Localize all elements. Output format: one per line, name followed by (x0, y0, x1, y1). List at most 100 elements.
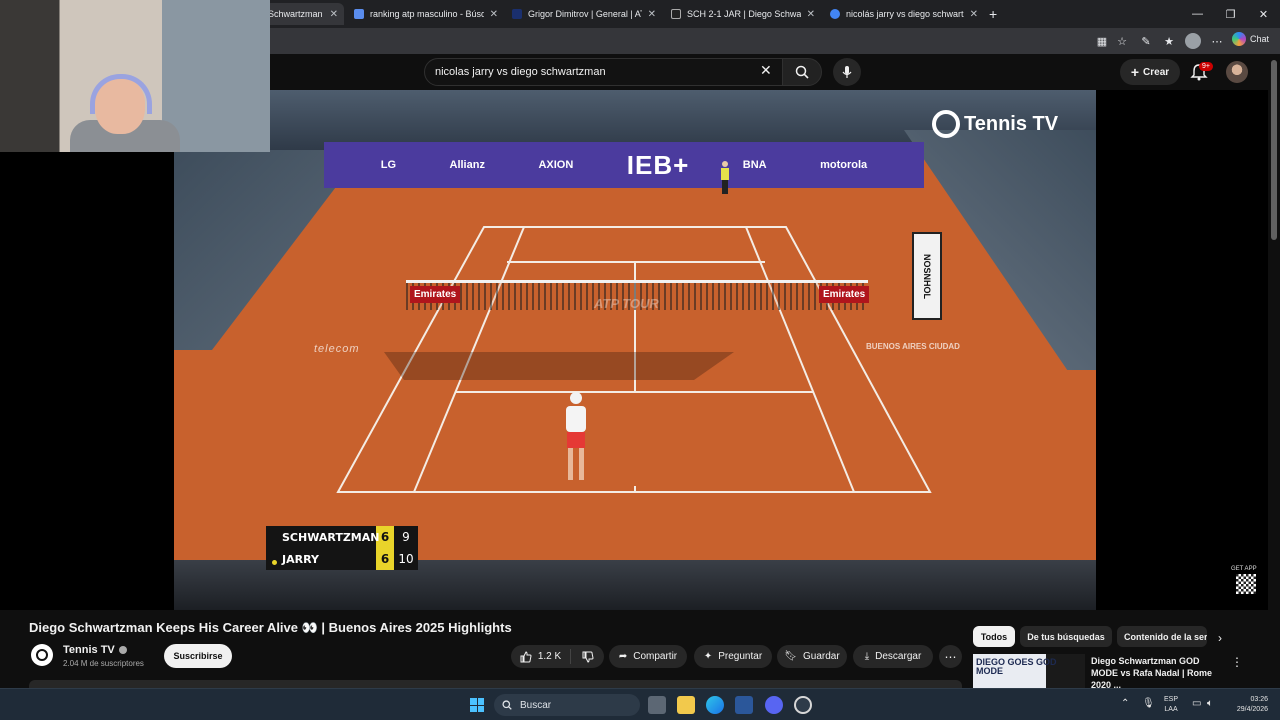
create-button[interactable]: + Crear (1120, 59, 1180, 85)
player-name: SCHWARTZMAN (282, 530, 380, 544)
tab-label: ranking atp masculino - Búsqueda (370, 9, 484, 19)
windows-start-icon[interactable] (470, 698, 484, 712)
scrollbar-thumb[interactable] (1271, 60, 1277, 240)
tab-close-icon[interactable]: ✕ (807, 9, 815, 20)
edge-browser-icon[interactable] (706, 696, 724, 714)
description-box[interactable] (29, 680, 962, 688)
browser-tab-1[interactable]: Schwartzman K ✕ (262, 3, 344, 25)
ask-button[interactable]: ✦ Preguntar (694, 645, 772, 668)
set-score: 6 (376, 548, 394, 570)
search-icon (502, 700, 512, 710)
taskbar-search[interactable]: Buscar (494, 694, 640, 716)
search-input[interactable]: nicolas jarry vs diego schwartzman (424, 58, 788, 86)
video-player[interactable]: LG Allianz AXION IEB+ BNA motorola Tenni… (174, 90, 1096, 610)
volume-icon[interactable]: 🔈︎ (1207, 698, 1213, 709)
favorite-star-icon[interactable]: ☆ (1114, 33, 1130, 49)
verified-badge-icon (118, 646, 127, 654)
browser-tab-3[interactable]: Grigor Dimitrov | General | ATP Tour ✕ (506, 3, 662, 25)
obs-icon[interactable] (794, 696, 812, 714)
chat-label: Chat (1250, 34, 1270, 44)
more-actions-button[interactable]: ⋯ (939, 645, 962, 668)
file-explorer-icon[interactable] (677, 696, 695, 714)
like-dislike-group: 1.2 K (511, 645, 604, 668)
score-row-schwartzman: SCHWARTZMAN 6 9 (266, 526, 418, 548)
atp-icon (512, 9, 522, 19)
copilot-chat-button[interactable]: Chat (1232, 32, 1269, 46)
notifications-badge: 9+ (1199, 62, 1213, 71)
subscribe-button[interactable]: Suscribirse (164, 644, 232, 668)
menu-dots-icon[interactable]: ⋯ (1209, 33, 1225, 49)
windows-taskbar: Buscar ⌃ 🎙︎ ESP LAA ▭ 🔈︎ 03:26 29/4/2026 (0, 688, 1280, 720)
tab-close-icon[interactable]: ✕ (330, 9, 338, 20)
discord-icon[interactable] (765, 696, 783, 714)
court-atp-tour-logo: ATP TOUR (594, 296, 659, 311)
language-indicator[interactable]: ESP LAA (1164, 695, 1178, 715)
close-window-icon[interactable]: ✕ (1247, 0, 1280, 28)
bing-search-icon (354, 9, 364, 19)
channel-name-link[interactable]: Tennis TV (63, 644, 127, 656)
profile-icon[interactable] (1185, 33, 1201, 49)
game-score: 10 (398, 552, 414, 566)
recommended-thumbnail[interactable]: DIEGO GOES GOD MODE (973, 654, 1085, 688)
tennis-tv-channel-icon (36, 649, 48, 661)
task-view-icon[interactable] (648, 696, 666, 714)
clock-date: 29/4/2026 (1236, 706, 1268, 713)
subscriber-count: 2.04 M de suscriptores (63, 659, 144, 668)
minimize-icon[interactable]: — (1181, 0, 1214, 28)
player-name-cell: JARRY (266, 553, 376, 566)
taskbar-search-placeholder: Buscar (520, 699, 552, 711)
qr-code-icon[interactable] (1236, 574, 1256, 594)
lang-top: ESP (1164, 696, 1179, 703)
clock-time: 03:26 (1250, 696, 1268, 703)
dislike-button[interactable] (571, 651, 604, 663)
word-icon[interactable] (735, 696, 753, 714)
system-clock[interactable]: 03:26 29/4/2026 (1226, 695, 1268, 715)
channel-avatar[interactable] (31, 644, 53, 666)
tab-close-icon[interactable]: ✕ (970, 9, 978, 20)
plus-icon: + (1130, 64, 1140, 80)
tab-close-icon[interactable]: ✕ (648, 9, 656, 20)
tray-chevron-up-icon[interactable]: ⌃ (1121, 698, 1129, 709)
network-icon[interactable]: ▭ (1192, 698, 1201, 709)
sparkle-icon: ✦ (703, 651, 713, 662)
chip-from-searches[interactable]: De tus búsquedas (1020, 626, 1112, 647)
page-scrollbar[interactable] (1268, 54, 1280, 684)
apps-icon[interactable]: ▦ (1094, 33, 1110, 49)
browser-tab-4[interactable]: SCH 2-1 JAR | Diego Schwartzman ✕ (665, 3, 821, 25)
favorites-icon[interactable]: ★ (1161, 33, 1177, 49)
thumbnail-text: DIEGO GOES GOD MODE (976, 657, 1057, 676)
account-avatar[interactable] (1226, 61, 1248, 83)
channel-name: Tennis TV (63, 644, 115, 656)
restore-icon[interactable]: ❐ (1214, 0, 1247, 28)
save-button[interactable]: 🔖︎ Guardar (777, 645, 847, 668)
bookmark-icon: 🔖︎ (784, 651, 797, 662)
new-tab-icon[interactable]: + (989, 6, 997, 22)
save-label: Guardar (803, 651, 840, 662)
court-buenos-aires-logo: BUENOS AIRES CIUDAD (866, 342, 960, 351)
chip-all[interactable]: Todos (973, 626, 1015, 647)
chip-series-content[interactable]: Contenido de la ser (1117, 626, 1207, 647)
clear-search-icon[interactable]: ✕ (760, 62, 772, 79)
like-button[interactable]: 1.2 K (511, 649, 571, 664)
copilot-icon (1232, 32, 1246, 46)
recommended-more-icon[interactable]: ⋮ (1231, 655, 1243, 669)
court-telecom-logo: telecom (314, 343, 360, 355)
chevron-right-icon[interactable]: › (1218, 631, 1222, 645)
search-button[interactable] (782, 58, 822, 86)
tray-microphone-icon[interactable]: 🎙︎ (1142, 698, 1155, 709)
extensions-icon[interactable]: ✎ (1138, 33, 1154, 49)
tab-close-icon[interactable]: ✕ (490, 9, 498, 20)
browser-tab-5[interactable]: nicolás jarry vs diego schwartzman ✕ (824, 3, 984, 25)
voice-search-button[interactable] (833, 58, 861, 86)
score-row-jarry: JARRY 6 10 (266, 548, 418, 570)
download-button[interactable]: ⤓ Descargar (853, 645, 933, 668)
tab-label: Schwartzman K (268, 9, 324, 19)
player-letterbox-left (0, 152, 174, 610)
serve-indicator-icon (272, 559, 277, 565)
webcam-overlay (0, 0, 270, 152)
browser-tab-2[interactable]: ranking atp masculino - Búsqueda ✕ (348, 3, 504, 25)
get-app-label: GET APP (1231, 566, 1257, 572)
recommended-title[interactable]: Diego Schwartzman GOD MODE vs Rafa Nadal… (1091, 655, 1226, 691)
more-dots-icon: ⋯ (944, 649, 957, 664)
share-button[interactable]: ➦ Compartir (609, 645, 687, 668)
